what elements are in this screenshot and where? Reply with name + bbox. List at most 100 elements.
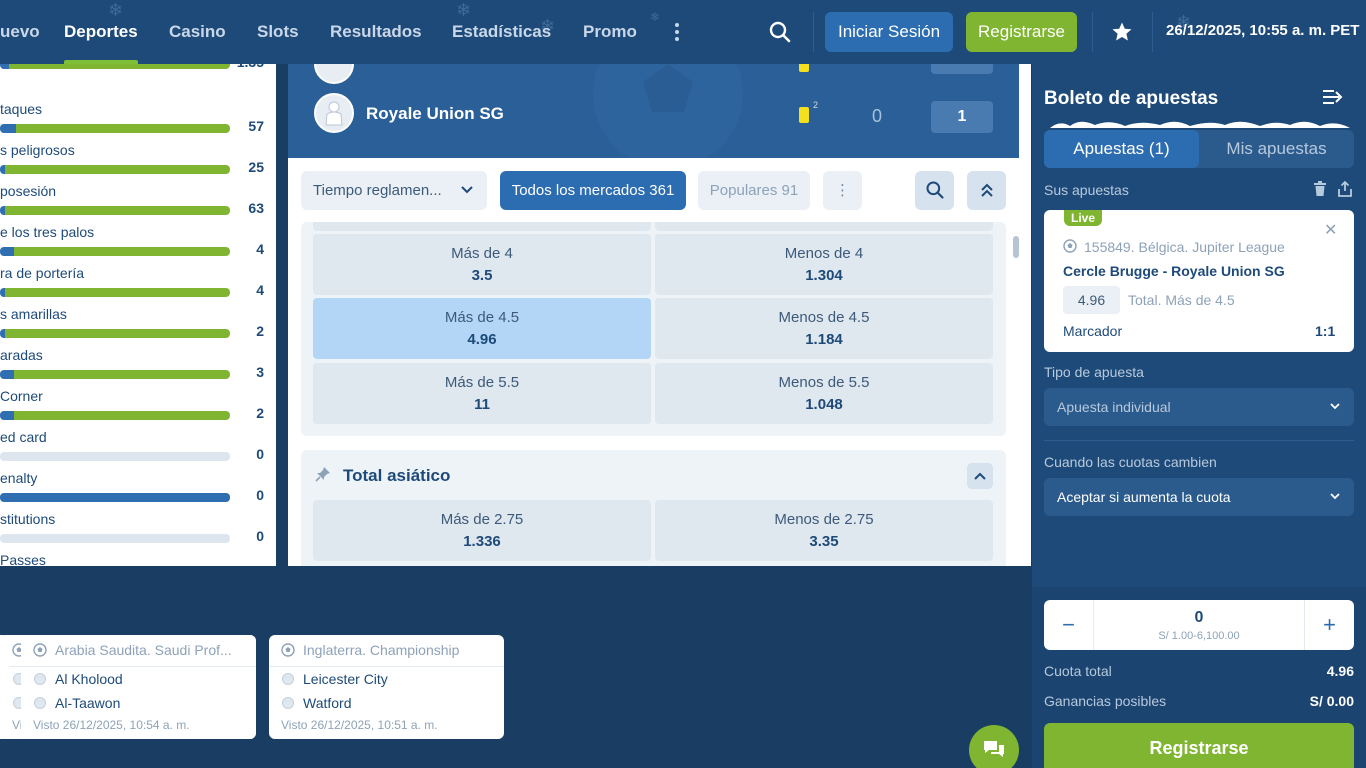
bet-match-name: Cercle Brugge - Royale Union SG [1063,263,1285,279]
asian-total-market: Total asiático Más de 2.75 1.336 Menos d… [301,450,1006,566]
share-icon[interactable] [1338,181,1352,197]
odd-value: 4.96 [467,331,497,348]
odd-button[interactable]: Más de 4 3.5 [313,234,651,295]
stake-increase-button[interactable]: + [1304,600,1354,650]
recent-match-card[interactable]: Arabia Saudita. Saudi Prof... Al Kholood… [21,635,256,739]
possible-winnings-label: Ganancias posibles [1044,693,1167,709]
odds-change-label: Cuando las cuotas cambien [1044,454,1217,470]
stat-bar [0,165,230,174]
odd-button[interactable]: Menos de 2.75 3.35 [655,500,993,561]
nav-item-new[interactable]: uevo [0,22,40,42]
odd-button[interactable]: Más de 5.5 11 [313,363,651,424]
login-button[interactable]: Iniciar Sesión [825,12,953,52]
favorites-star-icon[interactable] [1110,20,1134,44]
odd-button[interactable]: Menos de 4.5 1.184 [655,298,993,359]
more-filters-button[interactable]: ⋮ [823,171,862,210]
odd-button[interactable]: Más de 4.5 4.96 [313,298,651,359]
stat-row: enalty 0 [0,469,276,510]
team-logo-icon [34,697,46,709]
bet-type-select[interactable]: Apuesta individual [1044,388,1354,426]
nav-item-casino[interactable]: Casino [169,22,226,42]
stat-bar [0,493,230,502]
stake-input[interactable]: 0 [1094,609,1304,627]
stat-value: 63 [248,200,264,216]
register-button[interactable]: Registrarse [1044,723,1354,768]
nav-item-sports[interactable]: Deportes [64,22,138,42]
register-button[interactable]: Registrarse [966,12,1077,52]
stat-label: s amarillas [0,306,67,322]
stat-away-fill [5,165,230,174]
more-menu-icon[interactable] [670,20,684,44]
collapse-slip-icon[interactable] [1322,88,1344,106]
tab-bets[interactable]: Apuestas (1) [1044,130,1199,168]
market-title: Total asiático [343,466,451,485]
snowflake-icon: ❄ [456,0,472,20]
nav-item-results[interactable]: Resultados [330,22,422,42]
match-markets-area: Royale Union SG 2 0 1 Tiempo reglamen...… [288,64,1031,566]
recent-match-card[interactable]: Inglaterra. Championship Leicester City … [269,635,504,739]
stat-away-fill [9,64,230,69]
pin-icon[interactable] [315,466,331,482]
chevron-down-icon [1330,493,1340,500]
stake-decrease-button[interactable]: − [1044,600,1094,650]
stake-range: S/ 1.00-6,100.00 [1158,630,1240,642]
home-team-avatar [314,64,354,84]
stat-value: 2 [256,405,264,421]
stat-label: Corner [0,388,43,404]
collapse-all-button[interactable] [967,171,1006,210]
stat-bar [0,247,230,256]
league-name: Inglaterra. Championship [303,642,460,658]
odd-label: Más de 4 [451,245,513,262]
market-search-button[interactable] [915,171,954,210]
yellow-card-icon [799,107,809,123]
chat-button[interactable] [969,725,1019,768]
top-navigation: ❄ ❄ ❄ ❄ ❄ uevo Deportes Casino Slots Res… [0,0,1366,64]
odd-button[interactable]: Menos de 5.5 1.048 [655,363,993,424]
divider [1044,440,1354,441]
odd-button[interactable]: Menos de 4 1.304 [655,234,993,295]
nav-item-statistics[interactable]: Estadísticas [452,22,551,42]
bet-slip-tabs: Apuestas (1) Mis apuestas [1044,130,1354,168]
stat-row: Corner 2 [0,387,276,428]
stat-label: stitutions [0,511,56,527]
odd-label: Menos de 5.5 [778,374,870,391]
stat-label: ed card [0,429,47,445]
stat-row: 1.35 [0,64,276,77]
live-badge: Live [1064,210,1103,226]
tab-my-bets[interactable]: Mis apuestas [1199,130,1354,168]
away-team-name: Royale Union SG [366,104,504,123]
stat-value: 4 [256,241,264,257]
scrollbar[interactable] [1013,236,1019,258]
odd-button-partial[interactable] [313,222,651,231]
nav-item-promo[interactable]: Promo [583,22,637,42]
time-period-select[interactable]: Tiempo reglamen... [301,171,487,210]
search-icon[interactable] [768,20,792,44]
stat-bar [0,370,230,379]
stat-row: ed card 0 [0,428,276,469]
stat-label: aradas [0,347,43,363]
all-markets-tab[interactable]: Todos los mercados 361 [500,171,686,210]
trash-icon[interactable] [1313,181,1327,197]
stat-value: 0 [256,487,264,503]
match-statistics-panel: 1.35 taques 57 s peligrosos 25 posesión 63 e l… [0,64,276,566]
stat-bar [0,534,230,543]
stat-bar [0,288,230,297]
remove-bet-close-icon[interactable]: ✕ [1324,220,1337,240]
collapse-market-button[interactable] [967,463,993,489]
yellow-card-icon [799,64,809,72]
stat-away-fill [5,206,230,215]
team-logo-icon [282,697,294,709]
stat-away-fill [5,288,230,297]
popular-markets-tab[interactable]: Populares 91 [698,171,810,210]
nav-item-slots[interactable]: Slots [257,22,299,42]
market-filters: Tiempo reglamen... Todos los mercados 36… [288,158,1019,222]
odd-label: Menos de 2.75 [774,511,874,528]
odd-button-partial[interactable] [655,222,993,231]
odd-button[interactable]: Más de 2.75 1.336 [313,500,651,561]
stat-value: 25 [248,159,264,175]
team-name: Leicester City [303,671,388,687]
stat-row: stitutions 0 [0,510,276,551]
recent-match-card-edge[interactable] [0,635,9,739]
odds-change-select[interactable]: Aceptar si aumenta la cuota [1044,478,1354,516]
your-bets-label: Sus apuestas [1044,182,1129,198]
